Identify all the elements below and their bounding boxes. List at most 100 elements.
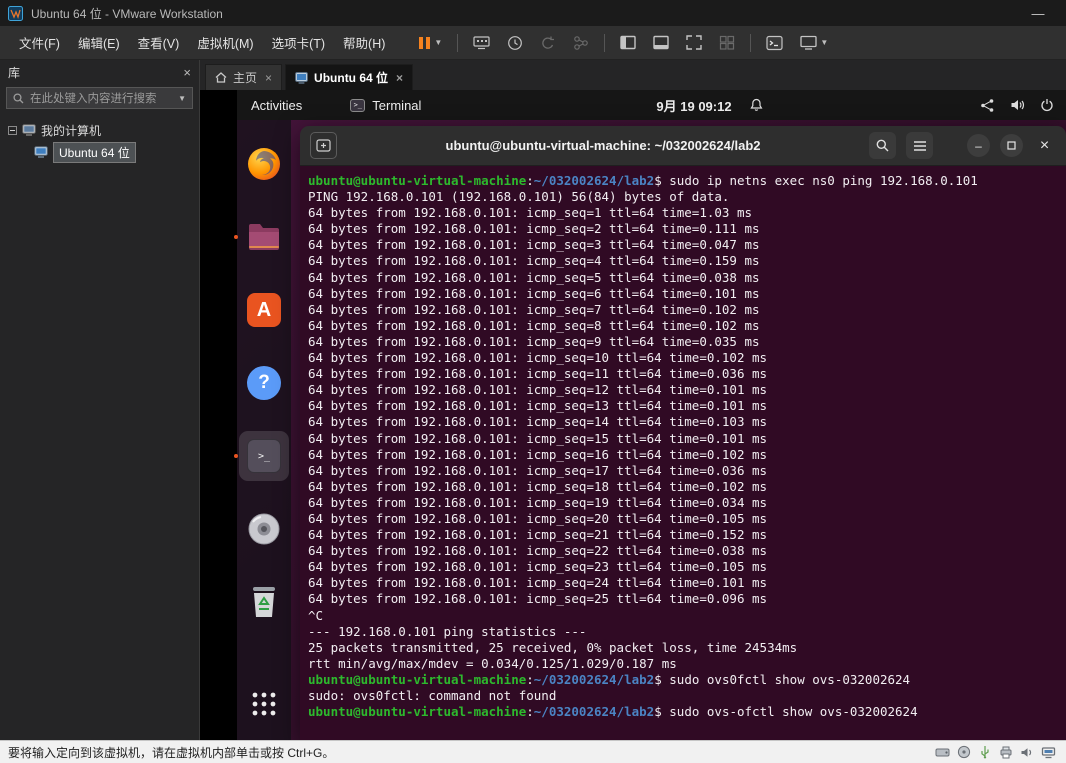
dock-item-app-grid[interactable] bbox=[244, 684, 284, 724]
menu-tabs[interactable]: 选项卡(T) bbox=[263, 29, 334, 56]
terminal-search-button[interactable] bbox=[869, 132, 896, 159]
vmware-workstation-window: Ubuntu 64 位 - VMware Workstation — 文件(F)… bbox=[0, 0, 1066, 763]
printer-icon[interactable] bbox=[999, 746, 1013, 759]
chevron-down-icon[interactable]: ▼ bbox=[178, 94, 186, 103]
toolbar-separator bbox=[604, 33, 606, 52]
terminal-header-bar[interactable]: ubuntu@ubuntu-virtual-machine: ~/0320026… bbox=[300, 126, 1066, 166]
files-icon bbox=[247, 222, 281, 252]
ubuntu-software-icon: A bbox=[247, 293, 281, 327]
terminal-output-line: 64 bytes from 192.168.0.101: icmp_seq=2 … bbox=[308, 221, 760, 237]
tab-ubuntu-vm[interactable]: Ubuntu 64 位 × bbox=[285, 64, 414, 90]
tab-close-button[interactable]: × bbox=[265, 71, 272, 85]
terminal-window[interactable]: ubuntu@ubuntu-virtual-machine: ~/0320026… bbox=[300, 126, 1066, 740]
tab-home[interactable]: 主页 × bbox=[205, 64, 283, 90]
tree-item-my-computer[interactable]: 我的计算机 bbox=[4, 119, 195, 141]
dock-item-help[interactable]: ? bbox=[244, 363, 284, 403]
dock-item-firefox[interactable] bbox=[244, 144, 284, 184]
terminal-output-line: PING 192.168.0.101 (192.168.0.101) 56(84… bbox=[308, 189, 730, 205]
cd-rom-icon[interactable] bbox=[957, 745, 971, 759]
library-search-box[interactable]: 在此处键入内容进行搜索 ▼ bbox=[6, 87, 193, 109]
tab-label: 主页 bbox=[233, 71, 258, 85]
virtual-console-button[interactable] bbox=[764, 33, 785, 53]
terminal-output-line: 64 bytes from 192.168.0.101: icmp_seq=6 … bbox=[308, 285, 760, 301]
vm-screen[interactable]: Activities >_ Terminal 9月 19 09:12 A ? >… bbox=[200, 90, 1066, 740]
sound-icon[interactable] bbox=[1020, 746, 1034, 759]
usb-icon[interactable] bbox=[978, 745, 992, 759]
unity-icon bbox=[719, 35, 735, 50]
show-library-button[interactable] bbox=[618, 33, 638, 52]
terminal-output-line: 64 bytes from 192.168.0.101: icmp_seq=14… bbox=[308, 414, 768, 430]
network-adapter-icon[interactable] bbox=[1041, 746, 1056, 759]
take-snapshot-button[interactable] bbox=[505, 33, 525, 53]
terminal-output-line: rtt min/avg/max/mdev = 0.034/0.125/1.029… bbox=[308, 655, 677, 671]
terminal-output[interactable]: ubuntu@ubuntu-virtual-machine:~/03200262… bbox=[300, 166, 1066, 740]
new-tab-icon bbox=[316, 139, 331, 152]
console-view-icon bbox=[620, 35, 637, 50]
manage-snapshots-button[interactable] bbox=[571, 33, 591, 53]
window-title: Ubuntu 64 位 - VMware Workstation bbox=[31, 6, 223, 21]
network-nodes-icon bbox=[980, 98, 995, 113]
menu-help[interactable]: 帮助(H) bbox=[334, 29, 394, 56]
activities-button[interactable]: Activities bbox=[245, 95, 308, 116]
maximize-icon bbox=[1007, 141, 1016, 150]
hard-disk-icon[interactable] bbox=[935, 746, 950, 759]
new-tab-button[interactable] bbox=[310, 132, 337, 159]
cd-disc-icon bbox=[247, 512, 281, 546]
tab-label: Ubuntu 64 位 bbox=[314, 71, 389, 85]
terminal-close-button[interactable]: × bbox=[1033, 134, 1056, 157]
send-ctrl-alt-del-button[interactable] bbox=[471, 33, 492, 52]
minimize-window-button[interactable]: — bbox=[1018, 6, 1058, 21]
display-settings-button[interactable]: ▼ bbox=[798, 33, 830, 52]
library-close-button[interactable]: × bbox=[183, 65, 191, 80]
clock-group[interactable]: 9月 19 09:12 bbox=[656, 96, 763, 115]
show-thumbnail-bar-button[interactable] bbox=[651, 33, 671, 52]
dock-item-files[interactable] bbox=[234, 217, 284, 257]
menu-file[interactable]: 文件(F) bbox=[10, 29, 69, 56]
virtual-console-icon bbox=[766, 35, 783, 51]
library-tree: 我的计算机 Ubuntu 64 位 bbox=[0, 115, 199, 167]
revert-snapshot-button[interactable] bbox=[538, 33, 558, 53]
terminal-app-icon: >_ bbox=[247, 439, 281, 473]
dock-item-ubuntu-software[interactable]: A bbox=[244, 290, 284, 330]
terminal-output-line: 64 bytes from 192.168.0.101: icmp_seq=7 … bbox=[308, 301, 760, 317]
terminal-output-line: 64 bytes from 192.168.0.101: icmp_seq=11… bbox=[308, 366, 768, 382]
toolbar-separator bbox=[750, 33, 752, 52]
terminal-output-line: 64 bytes from 192.168.0.101: icmp_seq=24… bbox=[308, 575, 768, 591]
library-panel: 库 × 在此处键入内容进行搜索 ▼ 我的计算机 Ubuntu 64 位 bbox=[0, 60, 200, 740]
terminal-minimize-button[interactable]: – bbox=[967, 134, 990, 157]
tab-close-button[interactable]: × bbox=[396, 71, 403, 85]
terminal-mini-icon: >_ bbox=[350, 98, 366, 112]
dock-item-trash[interactable] bbox=[244, 582, 284, 622]
dock: A ? >_ bbox=[234, 120, 291, 740]
menu-edit[interactable]: 编辑(E) bbox=[69, 29, 129, 56]
app-menu-label: Terminal bbox=[372, 97, 422, 113]
send-ctrl-alt-del-icon bbox=[473, 35, 490, 50]
chevron-down-icon: ▼ bbox=[434, 38, 443, 47]
menu-view[interactable]: 查看(V) bbox=[129, 29, 189, 56]
terminal-command-line: ubuntu@ubuntu-virtual-machine:~/03200262… bbox=[308, 671, 911, 687]
thumbnail-view-icon bbox=[653, 35, 670, 50]
clock-label[interactable]: 9月 19 09:12 bbox=[656, 96, 731, 115]
system-status-area[interactable] bbox=[980, 98, 1058, 113]
terminal-maximize-button[interactable] bbox=[1000, 134, 1023, 157]
terminal-output-line: 25 packets transmitted, 25 received, 0% … bbox=[308, 639, 798, 655]
help-icon: ? bbox=[247, 366, 281, 400]
menu-vm[interactable]: 虚拟机(M) bbox=[188, 29, 262, 56]
terminal-output-line: 64 bytes from 192.168.0.101: icmp_seq=1 … bbox=[308, 205, 753, 221]
terminal-menu-button[interactable] bbox=[906, 132, 933, 159]
tree-item-ubuntu-vm[interactable]: Ubuntu 64 位 bbox=[4, 141, 195, 163]
app-menu-terminal[interactable]: >_ Terminal bbox=[350, 98, 421, 113]
status-message: 要将输入定向到该虚拟机，请在虚拟机内部单击或按 Ctrl+G。 bbox=[8, 745, 335, 760]
dock-item-terminal[interactable]: >_ bbox=[234, 431, 289, 481]
collapse-toggle-icon[interactable] bbox=[8, 125, 17, 135]
gnome-top-bar: Activities >_ Terminal 9月 19 09:12 bbox=[237, 90, 1066, 120]
desktop: A ? >_ ubuntu@ubuntu-virtual-machine: ~/… bbox=[234, 120, 1066, 740]
pause-vm-button[interactable]: ▼ bbox=[416, 34, 444, 52]
fullscreen-button[interactable] bbox=[684, 33, 704, 52]
hamburger-menu-icon bbox=[913, 140, 926, 151]
snapshot-clock-icon bbox=[507, 35, 523, 51]
terminal-output-line: 64 bytes from 192.168.0.101: icmp_seq=22… bbox=[308, 543, 768, 559]
dock-item-media-disc[interactable] bbox=[244, 509, 284, 549]
unity-mode-button[interactable] bbox=[717, 33, 737, 52]
titlebar: Ubuntu 64 位 - VMware Workstation — bbox=[0, 0, 1066, 26]
